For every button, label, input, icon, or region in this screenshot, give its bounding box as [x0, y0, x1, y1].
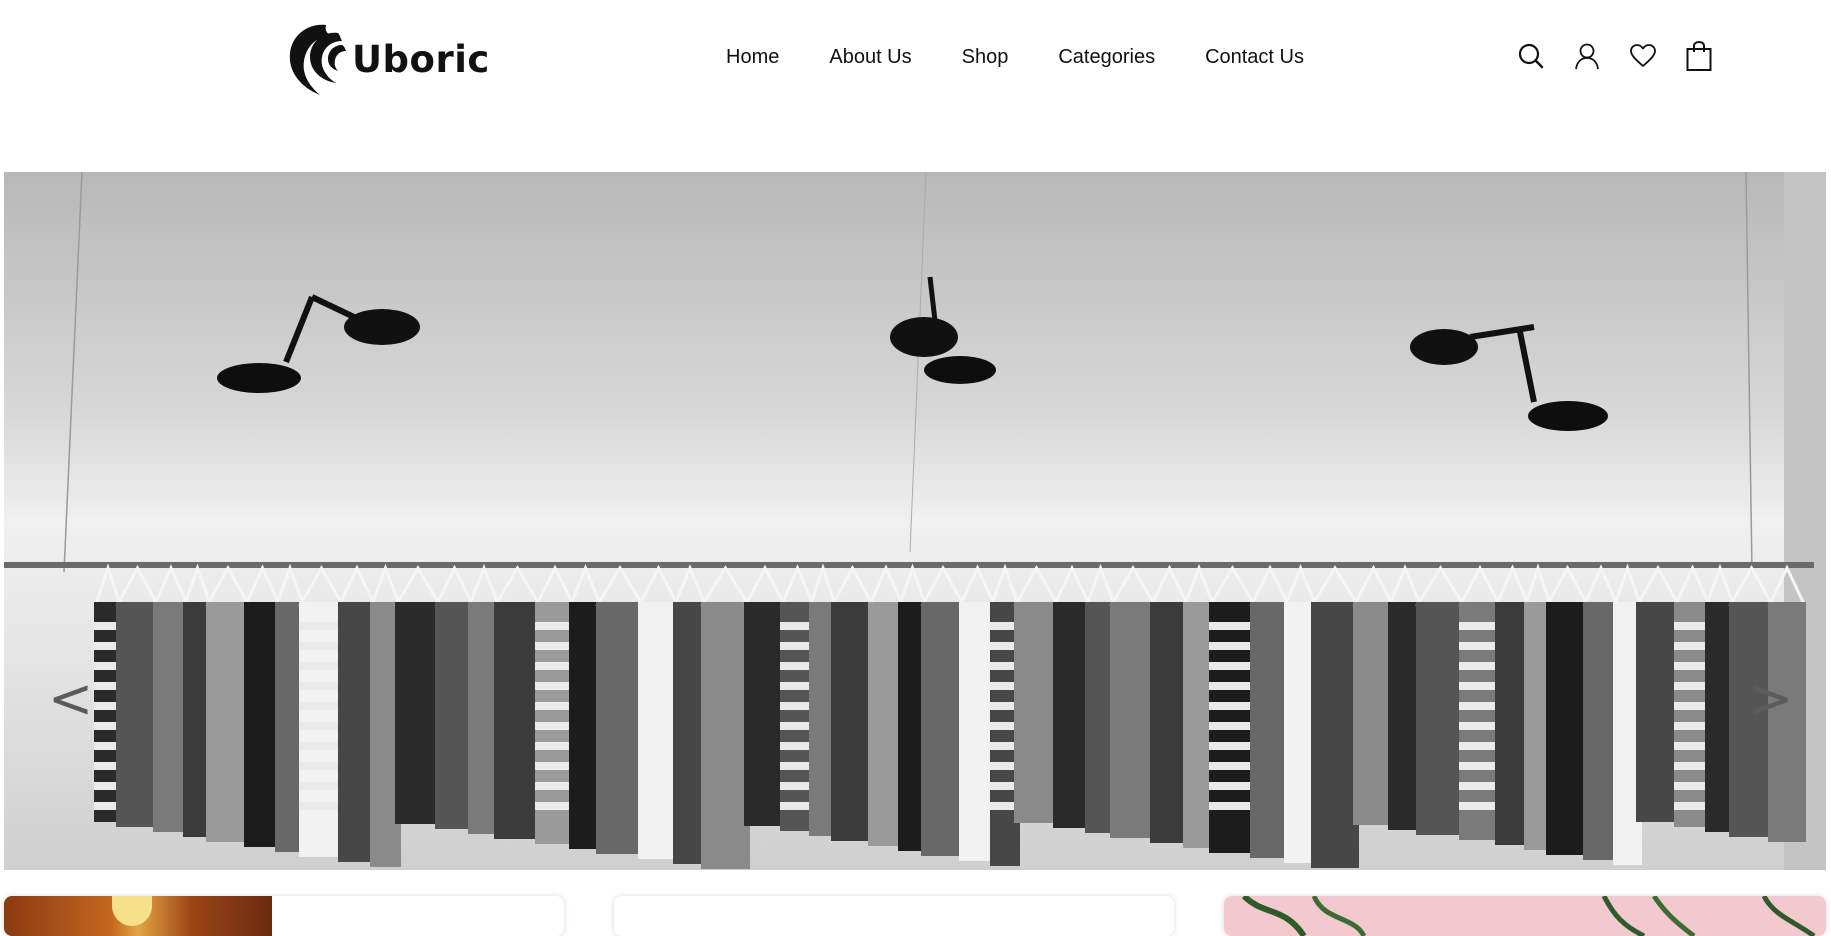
user-icon[interactable]: [1572, 40, 1602, 72]
category-cards: [0, 896, 1831, 936]
nav-about-us[interactable]: About Us: [829, 46, 911, 69]
category-card[interactable]: [4, 896, 564, 936]
nav-categories[interactable]: Categories: [1058, 46, 1155, 69]
nav-contact-us[interactable]: Contact Us: [1205, 46, 1304, 69]
main-nav: Home About Us Shop Categories Contact Us: [726, 46, 1354, 69]
brand-logo[interactable]: Uboric: [280, 18, 490, 100]
header-actions: [1516, 40, 1714, 72]
brand-name: Uboric: [352, 37, 490, 81]
hero-image: [4, 172, 1826, 870]
search-icon[interactable]: [1516, 40, 1546, 72]
hero-carousel: < >: [4, 172, 1826, 870]
card-image: [1241, 896, 1816, 936]
bag-icon[interactable]: [1684, 40, 1714, 72]
category-card[interactable]: [614, 896, 1174, 936]
nav-shop[interactable]: Shop: [962, 46, 1009, 69]
nav-home[interactable]: Home: [726, 46, 779, 69]
heart-icon[interactable]: [1628, 40, 1658, 72]
carousel-next-button[interactable]: >: [1748, 672, 1793, 726]
swirl-logo-icon: [289, 24, 346, 95]
category-card[interactable]: [1224, 896, 1826, 936]
carousel-prev-button[interactable]: <: [48, 672, 93, 726]
site-header: Uboric Home About Us Shop Categories Con…: [0, 0, 1831, 120]
